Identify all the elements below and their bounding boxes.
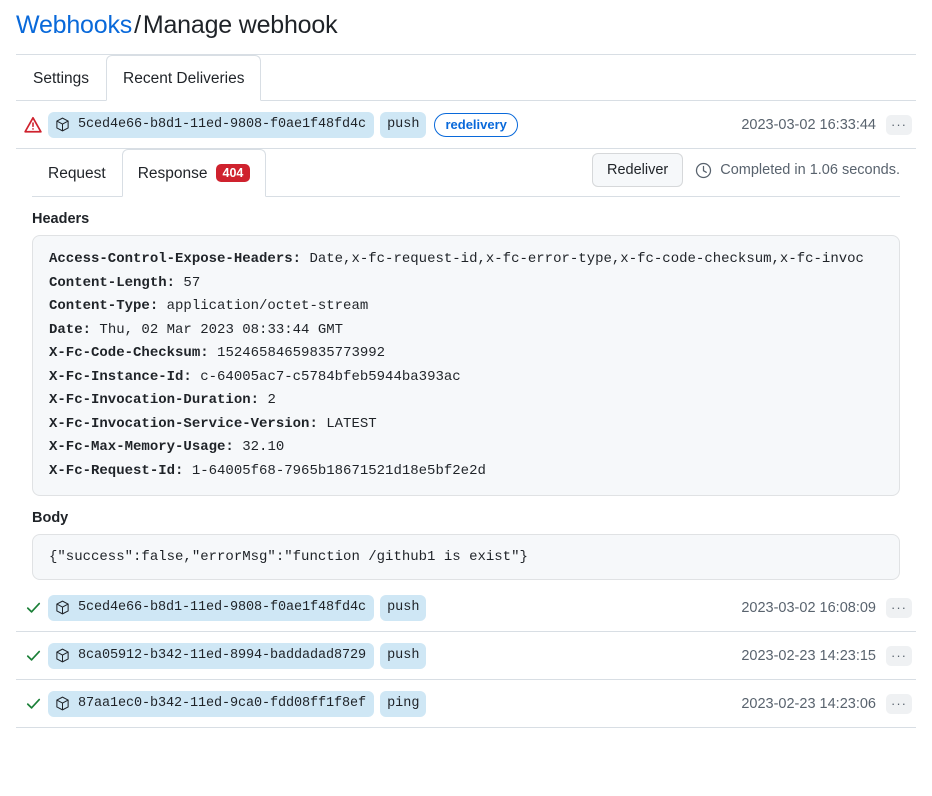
response-header-key: X-Fc-Instance-Id: [49,369,192,385]
response-header-key: Content-Type: [49,298,158,314]
detail-actions: Redeliver Completed in 1.06 seconds. [592,153,900,187]
tab-request[interactable]: Request [32,149,122,197]
response-header-line: Content-Type: application/octet-stream [49,295,883,319]
response-header-line: Access-Control-Expose-Headers: Date,x-fc… [49,248,883,272]
response-header-line: Date: Thu, 02 Mar 2023 08:33:44 GMT [49,319,883,343]
response-header-line: X-Fc-Invocation-Service-Version: LATEST [49,413,883,437]
redelivery-badge[interactable]: redelivery [434,113,517,137]
page-title: Manage webhook [143,11,338,39]
delivery-timestamp: 2023-03-02 16:33:44 [741,117,876,133]
delivery-options-button[interactable]: ··· [886,115,912,135]
status-badge: 404 [216,164,251,183]
detail-tabnav: Request Response 404 Redeliver [32,149,900,197]
tab-response[interactable]: Response 404 [122,149,267,197]
check-icon [18,647,48,664]
delivery-timestamp: 2023-02-23 14:23:06 [741,696,876,712]
delivery-options-button[interactable]: ··· [886,694,912,714]
kebab-icon: ··· [891,121,907,129]
delivery-guid: 87aa1ec0-b342-11ed-9ca0-fdd08ff1f8ef [78,696,366,711]
primary-tabnav: Settings Recent Deliveries [16,55,916,101]
breadcrumb: Webhooks/Manage webhook [0,0,932,54]
response-headers-block: Access-Control-Expose-Headers: Date,x-fc… [32,235,900,496]
delivery-event-chip: push [380,643,426,669]
response-header-value: application/octet-stream [158,298,368,314]
breadcrumb-separator: / [132,11,143,39]
completed-status: Completed in 1.06 seconds. [695,162,900,179]
response-header-key: X-Fc-Request-Id: [49,463,183,479]
package-icon [55,648,70,663]
response-header-key: Content-Length: [49,275,175,291]
headers-label: Headers [32,211,900,227]
delivery-guid: 8ca05912-b342-11ed-8994-baddadad8729 [78,648,366,663]
response-header-line: X-Fc-Instance-Id: c-64005ac7-c5784bfeb59… [49,366,883,390]
delivery-timestamp: 2023-02-23 14:23:15 [741,648,876,664]
delivery-guid-chip[interactable]: 5ced4e66-b8d1-11ed-9808-f0ae1f48fd4c [48,112,374,138]
delivery-event-chip: push [380,112,426,138]
response-header-key: Date: [49,322,91,338]
delivery-detail-panel: Request Response 404 Redeliver [32,149,900,584]
response-header-value: 32.10 [234,439,284,455]
check-icon [18,599,48,616]
response-header-value: Date,x-fc-request-id,x-fc-error-type,x-f… [301,251,864,267]
response-header-value: c-64005ac7-c5784bfeb5944ba393ac [192,369,461,385]
completed-text: Completed in 1.06 seconds. [720,162,900,178]
response-header-value: LATEST [318,416,377,432]
delivery-guid-chip[interactable]: 5ced4e66-b8d1-11ed-9808-f0ae1f48fd4c [48,595,374,621]
deliveries-list: 5ced4e66-b8d1-11ed-9808-f0ae1f48fd4c pus… [16,101,916,728]
breadcrumb-webhooks-link[interactable]: Webhooks [16,11,132,39]
check-icon [18,695,48,712]
delivery-options-button[interactable]: ··· [886,646,912,666]
kebab-icon: ··· [891,700,907,708]
response-body-block: {"success":false,"errorMsg":"function /g… [32,534,900,580]
response-header-key: X-Fc-Code-Checksum: [49,345,209,361]
kebab-icon: ··· [891,652,907,660]
response-header-key: X-Fc-Invocation-Service-Version: [49,416,318,432]
delivery-options-button[interactable]: ··· [886,598,912,618]
response-header-value: 2 [259,392,276,408]
delivery-event-chip: ping [380,691,426,717]
warning-triangle-icon [18,116,48,134]
response-header-key: Access-Control-Expose-Headers: [49,251,301,267]
delivery-row-expanded[interactable]: 5ced4e66-b8d1-11ed-9808-f0ae1f48fd4c pus… [16,101,916,149]
delivery-guid-chip[interactable]: 87aa1ec0-b342-11ed-9ca0-fdd08ff1f8ef [48,691,374,717]
response-header-value: 57 [175,275,200,291]
body-label: Body [32,510,900,526]
response-header-line: X-Fc-Invocation-Duration: 2 [49,389,883,413]
delivery-row[interactable]: 8ca05912-b342-11ed-8994-baddadad8729 push… [16,632,916,680]
redeliver-button[interactable]: Redeliver [592,153,683,187]
response-header-line: X-Fc-Request-Id: 1-64005f68-7965b1867152… [49,460,883,484]
response-header-line: Content-Length: 57 [49,272,883,296]
package-icon [55,696,70,711]
response-header-key: X-Fc-Max-Memory-Usage: [49,439,234,455]
delivery-row[interactable]: 87aa1ec0-b342-11ed-9ca0-fdd08ff1f8ef ping… [16,680,916,728]
kebab-icon: ··· [891,604,907,612]
delivery-guid-chip[interactable]: 8ca05912-b342-11ed-8994-baddadad8729 [48,643,374,669]
response-header-line: X-Fc-Code-Checksum: 15246584659835773992 [49,342,883,366]
delivery-row[interactable]: 5ced4e66-b8d1-11ed-9808-f0ae1f48fd4c push… [16,584,916,632]
package-icon [55,600,70,615]
delivery-guid: 5ced4e66-b8d1-11ed-9808-f0ae1f48fd4c [78,117,366,132]
delivery-event-chip: push [380,595,426,621]
tab-response-label: Response [138,150,208,197]
response-header-value: 15246584659835773992 [209,345,385,361]
response-header-value: Thu, 02 Mar 2023 08:33:44 GMT [91,322,343,338]
delivery-timestamp: 2023-03-02 16:08:09 [741,600,876,616]
tab-settings[interactable]: Settings [16,55,106,101]
delivery-rows: 5ced4e66-b8d1-11ed-9808-f0ae1f48fd4c push… [16,584,916,728]
delivery-guid: 5ced4e66-b8d1-11ed-9808-f0ae1f48fd4c [78,600,366,615]
tab-request-label: Request [48,150,106,197]
response-header-value: 1-64005f68-7965b18671521d18e5bf2e2d [183,463,485,479]
clock-icon [695,162,712,179]
response-header-key: X-Fc-Invocation-Duration: [49,392,259,408]
manage-webhook-page: Webhooks/Manage webhook Settings Recent … [0,0,932,796]
tab-recent-deliveries[interactable]: Recent Deliveries [106,55,261,101]
package-icon [55,117,70,132]
response-header-line: X-Fc-Max-Memory-Usage: 32.10 [49,436,883,460]
